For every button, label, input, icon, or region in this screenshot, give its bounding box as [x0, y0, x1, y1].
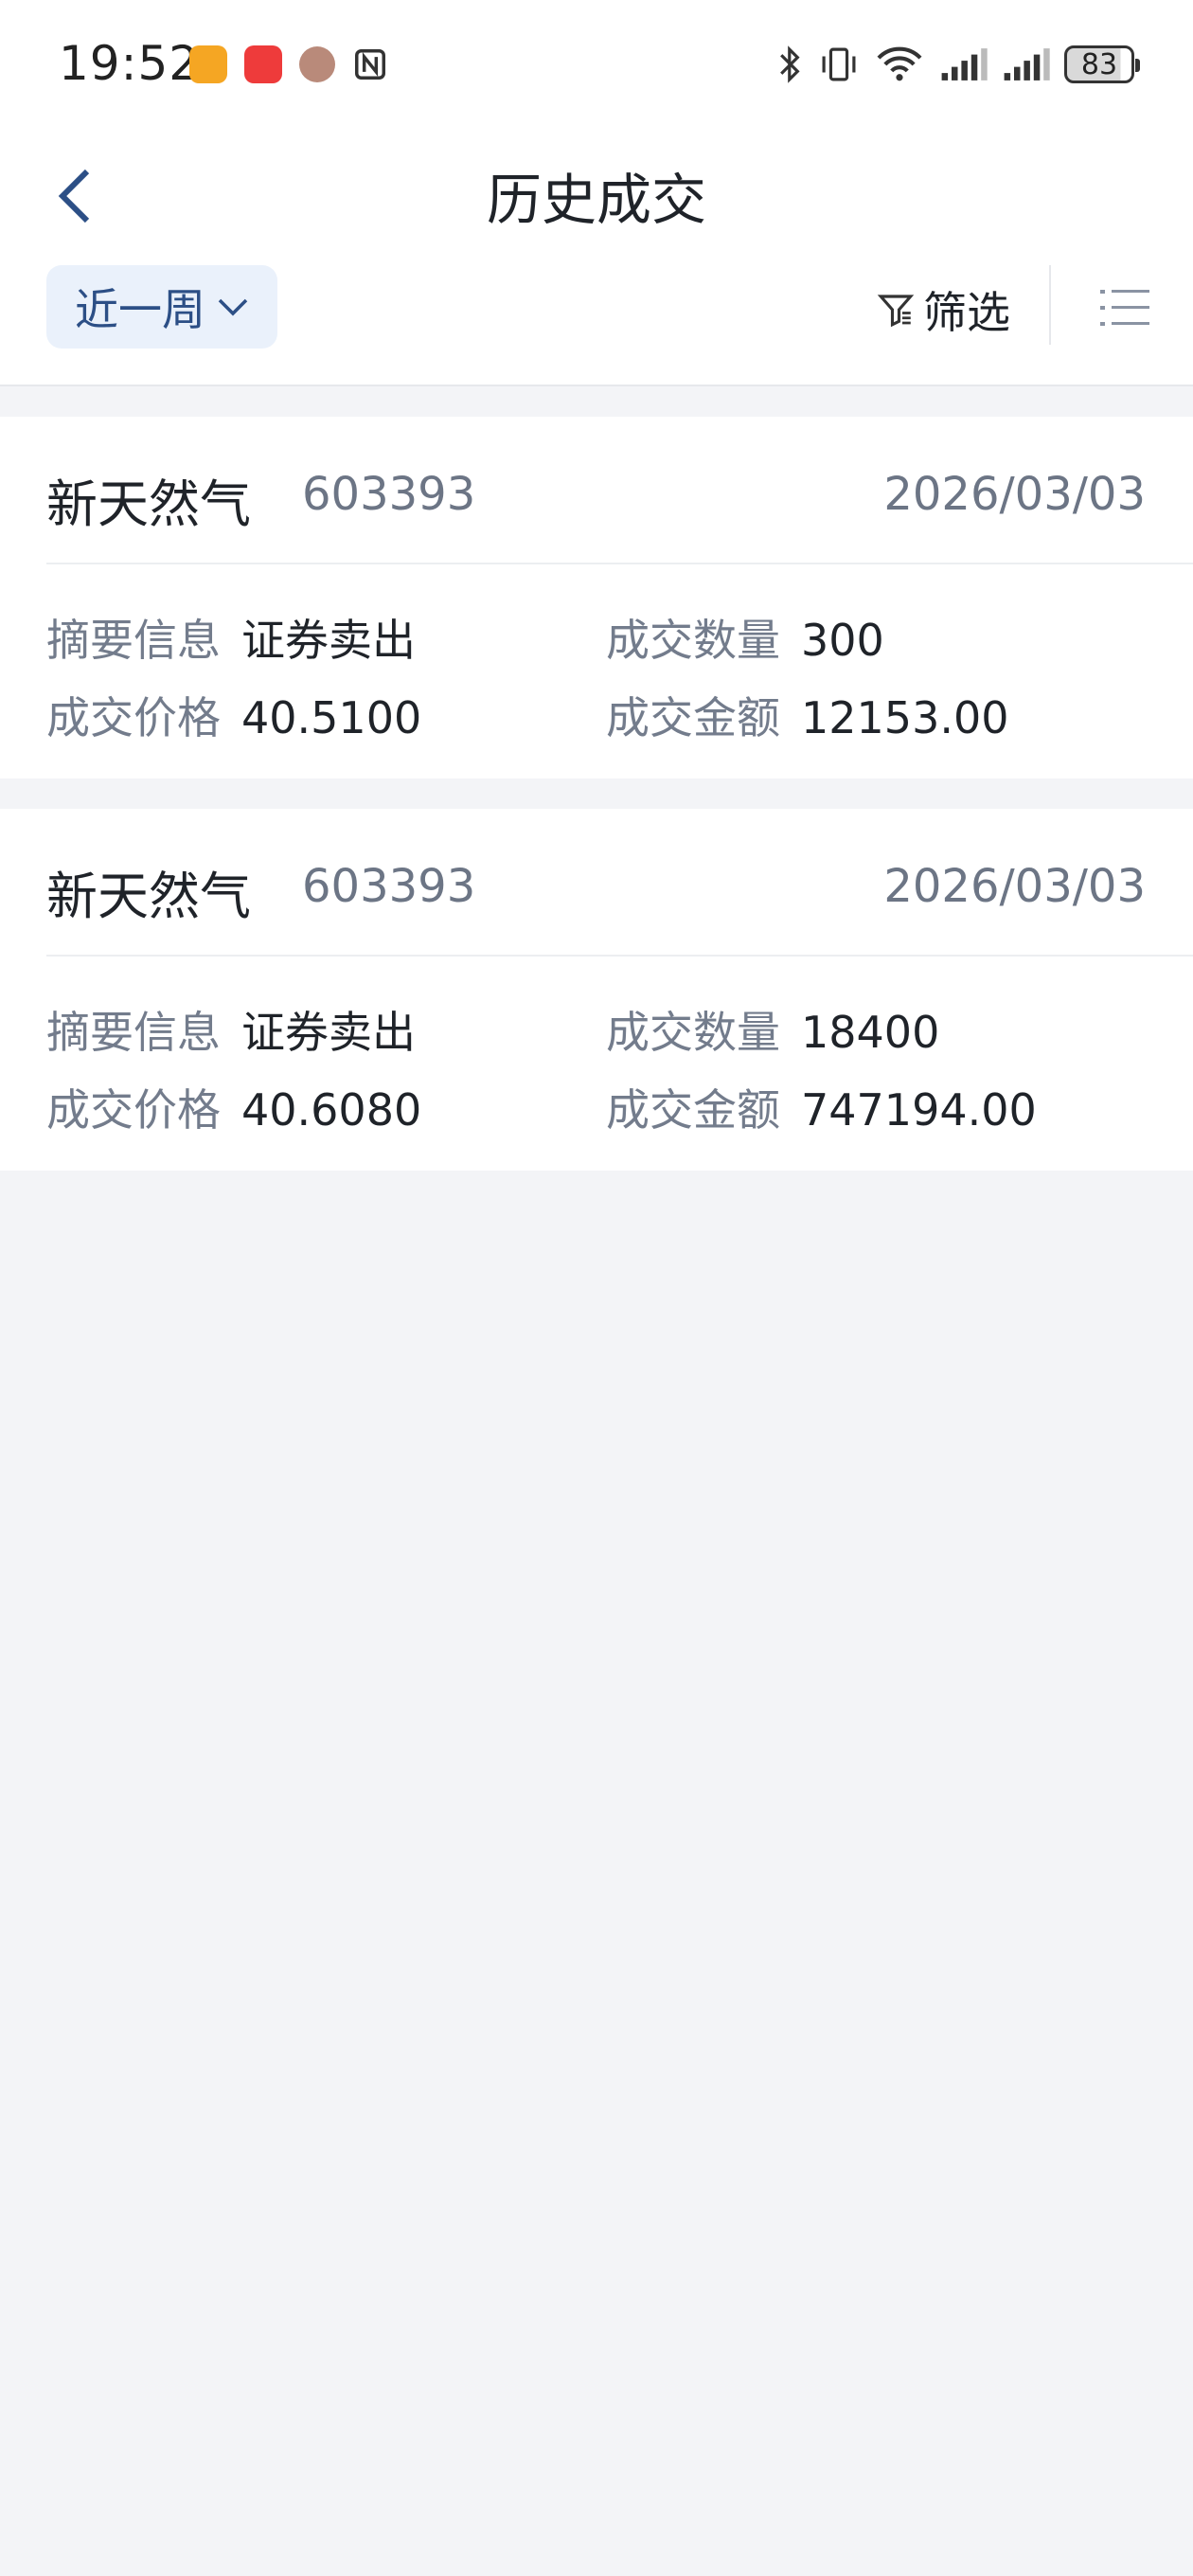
list-icon — [1100, 290, 1149, 326]
list-view-button[interactable] — [1098, 284, 1151, 335]
status-system-icons: 83 — [776, 44, 1140, 85]
app-orange-icon — [189, 45, 227, 83]
bluetooth-icon — [780, 45, 800, 83]
status-app-icons — [189, 45, 388, 83]
stock-name: 新天然气 — [46, 867, 251, 926]
trade-list: 新天然气 603393 2026/03/03 摘要信息 证券卖出 成交数量 300 … — [0, 386, 1193, 1171]
stock-name: 新天然气 — [46, 474, 251, 534]
filter-row: 近一周 筛选 — [0, 265, 1193, 386]
summary-label: 摘要信息 — [46, 1007, 221, 1058]
trade-date: 2026/03/03 — [883, 468, 1146, 521]
signal-icon — [941, 48, 988, 80]
battery-level: 83 — [1080, 47, 1118, 81]
summary-label: 摘要信息 — [46, 615, 221, 666]
trade-card-header: 新天然气 603393 2026/03/03 — [46, 417, 1193, 564]
signal-icon — [1004, 48, 1050, 80]
trade-card[interactable]: 新天然气 603393 2026/03/03 摘要信息 证券卖出 成交数量 300 … — [0, 417, 1193, 778]
huawei-appgallery-icon — [244, 45, 282, 83]
summary-value: 证券卖出 — [241, 615, 416, 666]
amount-value: 12153.00 — [801, 692, 1009, 743]
divider — [1049, 265, 1051, 345]
price-value: 40.6080 — [241, 1084, 422, 1136]
quantity-label: 成交数量 — [606, 615, 780, 666]
battery-indicator: 83 — [1064, 45, 1140, 83]
wifi-icon — [877, 46, 922, 81]
quantity-value: 18400 — [801, 1007, 940, 1058]
trade-card[interactable]: 新天然气 603393 2026/03/03 摘要信息 证券卖出 成交数量 1840… — [0, 809, 1193, 1171]
chevron-down-icon — [218, 298, 248, 316]
amount-label: 成交金额 — [606, 1084, 780, 1136]
nav-bar: 历史成交 — [0, 133, 1193, 265]
status-bar: 19:52 83 — [0, 0, 1193, 133]
price-label: 成交价格 — [46, 1084, 221, 1136]
trade-card-header: 新天然气 603393 2026/03/03 — [46, 809, 1193, 957]
quantity-field: 成交数量 300 — [606, 606, 884, 669]
stock-code: 603393 — [302, 860, 476, 913]
amount-label: 成交金额 — [606, 692, 780, 743]
trade-date: 2026/03/03 — [883, 860, 1146, 913]
summary-field: 摘要信息 证券卖出 — [46, 998, 416, 1061]
amount-field: 成交金额 12153.00 — [606, 684, 1009, 746]
trade-card-body: 摘要信息 证券卖出 成交数量 300 成交价格 40.5100 成交金额 12153.0… — [0, 564, 1193, 778]
filter-button[interactable]: 筛选 — [876, 278, 1010, 341]
trade-card-body: 摘要信息 证券卖出 成交数量 18400 成交价格 40.6080 成交金额 74719… — [0, 957, 1193, 1171]
nfc-icon — [355, 49, 385, 80]
page-title: 历史成交 — [486, 168, 706, 232]
price-value: 40.5100 — [241, 692, 422, 743]
quantity-value: 300 — [801, 615, 884, 666]
price-label: 成交价格 — [46, 692, 221, 743]
price-field: 成交价格 40.5100 — [46, 684, 421, 746]
summary-field: 摘要信息 证券卖出 — [46, 606, 416, 669]
status-time: 19:52 — [59, 36, 201, 91]
vibrate-icon — [822, 47, 856, 81]
filter-label: 筛选 — [923, 287, 1010, 338]
summary-value: 证券卖出 — [241, 1007, 416, 1058]
quantity-label: 成交数量 — [606, 1007, 780, 1058]
amount-field: 成交金额 747194.00 — [606, 1076, 1037, 1138]
price-field: 成交价格 40.6080 — [46, 1076, 421, 1138]
stock-code: 603393 — [302, 468, 476, 521]
header: 19:52 83 历史成交 近一周 筛选 — [0, 0, 1193, 386]
amount-value: 747194.00 — [801, 1084, 1037, 1136]
quantity-field: 成交数量 18400 — [606, 998, 939, 1061]
funnel-icon — [877, 295, 915, 328]
period-dropdown[interactable]: 近一周 — [46, 265, 277, 349]
period-label: 近一周 — [75, 284, 205, 335]
avatar-icon — [299, 46, 335, 82]
